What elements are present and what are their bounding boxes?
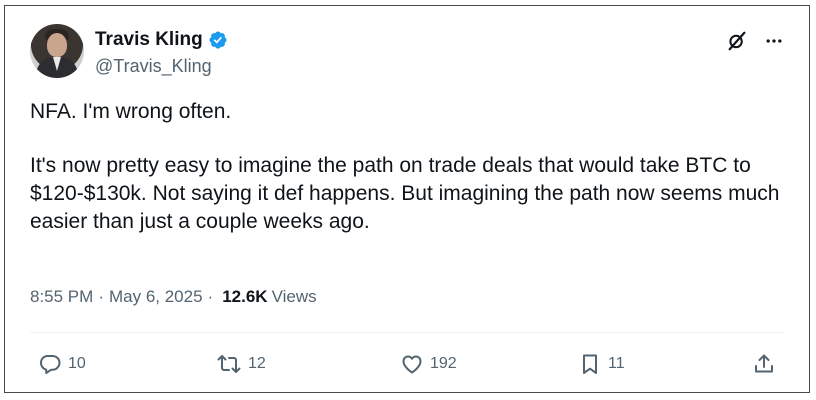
reply-count: 10 — [68, 355, 86, 372]
repost-icon — [216, 352, 242, 376]
like-count: 192 — [430, 355, 457, 372]
repost-count: 12 — [248, 355, 266, 372]
reply-icon — [38, 352, 62, 376]
tweet-date[interactable]: May 6, 2025 — [109, 285, 203, 309]
like-icon — [400, 352, 424, 376]
grok-icon[interactable] — [726, 30, 748, 52]
author-handle[interactable]: @Travis_Kling — [95, 54, 212, 78]
tweet-text: NFA. I'm wrong often. It's now pretty ea… — [30, 98, 790, 236]
top-actions — [726, 30, 784, 52]
meta-separator: · — [207, 287, 214, 306]
share-button[interactable] — [752, 352, 776, 376]
action-bar: 10 12 192 11 — [30, 352, 784, 382]
avatar[interactable] — [30, 24, 84, 78]
author-name-row: Travis Kling — [95, 28, 228, 52]
like-button[interactable]: 192 — [400, 352, 457, 376]
bookmark-button[interactable]: 11 — [578, 352, 625, 376]
tweet-meta: 8:55 PM · May 6, 2025 · 12.6K Views — [30, 285, 317, 309]
reply-button[interactable]: 10 — [38, 352, 86, 376]
tweet-card: Travis Kling @Travis_Kling NFA. I'm wron… — [4, 5, 810, 393]
tweet-time[interactable]: 8:55 PM — [30, 285, 93, 309]
tweet-paragraph: NFA. I'm wrong often. — [30, 100, 232, 123]
meta-separator: · — [98, 287, 104, 306]
verified-badge-icon — [208, 30, 228, 50]
divider — [30, 332, 784, 333]
share-icon — [752, 352, 776, 376]
avatar-face — [47, 33, 67, 57]
tweet-paragraph: It's now pretty easy to imagine the path… — [30, 154, 780, 233]
display-name[interactable]: Travis Kling — [95, 28, 203, 52]
repost-button[interactable]: 12 — [216, 352, 266, 376]
bookmark-icon — [578, 352, 602, 376]
bookmark-count: 11 — [608, 355, 625, 372]
views-count: 12.6K — [222, 287, 268, 306]
more-icon[interactable] — [764, 31, 784, 51]
views-label: Views — [271, 287, 317, 306]
